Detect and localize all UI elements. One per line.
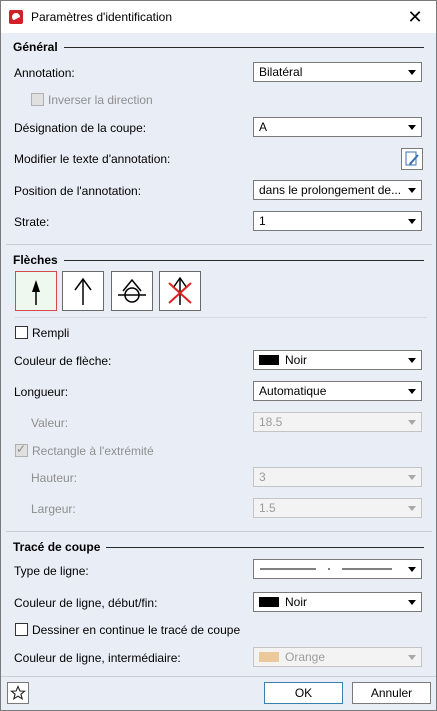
- filled-label: Rempli: [32, 326, 70, 340]
- width-select[interactable]: 1.5: [253, 498, 422, 518]
- arrow-style-filled-button[interactable]: [15, 271, 57, 311]
- arrows-divider: [14, 260, 424, 261]
- height-label: Hauteur:: [31, 471, 78, 485]
- annotation-select[interactable]: Bilatéral: [253, 62, 422, 82]
- chevron-down-icon: [408, 125, 416, 130]
- arrow-none-icon: [168, 276, 192, 305]
- cut-line-heading: Tracé de coupe: [13, 540, 107, 554]
- chevron-down-icon: [408, 475, 416, 480]
- width-value: 1.5: [259, 501, 276, 515]
- position-select[interactable]: dans le prolongement de...: [253, 180, 422, 200]
- chevron-down-icon: [408, 70, 416, 75]
- arrow-style-none-button[interactable]: [159, 271, 201, 311]
- general-divider: [14, 47, 424, 48]
- length-value: Automatique: [259, 384, 327, 398]
- line-color-ends-label: Couleur de ligne, début/fin:: [14, 596, 158, 610]
- designation-value: A: [259, 120, 268, 134]
- invert-direction-label: Inverser la direction: [48, 93, 153, 107]
- arrow-color-label: Couleur de flèche:: [14, 354, 112, 368]
- edit-text-button[interactable]: [401, 148, 423, 170]
- line-color-mid-value: Orange: [285, 650, 326, 664]
- arrow-color-value: Noir: [285, 353, 308, 367]
- height-value: 3: [259, 470, 266, 484]
- line-color-ends-select[interactable]: Noir: [253, 592, 422, 612]
- ok-button[interactable]: OK: [264, 682, 343, 704]
- annotation-value: Bilatéral: [259, 65, 303, 79]
- line-color-ends-swatch: [259, 596, 279, 607]
- chevron-down-icon: [408, 567, 416, 572]
- layer-select[interactable]: 1: [253, 211, 422, 231]
- arrow-color-select[interactable]: Noir: [253, 350, 422, 370]
- arrow-circle-icon: [118, 278, 146, 303]
- dash-dot-line-icon: [260, 568, 392, 570]
- layer-value: 1: [259, 214, 266, 228]
- value-value: 18.5: [259, 415, 283, 429]
- height-select[interactable]: 3: [253, 467, 422, 487]
- line-color-mid-select[interactable]: Orange: [253, 647, 422, 667]
- line-color-ends-value: Noir: [285, 595, 308, 609]
- designation-label: Désignation de la coupe:: [14, 121, 147, 135]
- length-select[interactable]: Automatique: [253, 381, 422, 401]
- modify-text-label: Modifier le texte d'annotation:: [14, 152, 171, 166]
- arrow-style-separator: [15, 317, 427, 318]
- value-select[interactable]: 18.5: [253, 412, 422, 432]
- section-separator: [6, 244, 432, 245]
- line-color-mid-label: Couleur de ligne, intermédiaire:: [14, 651, 181, 665]
- continuous-line-checkbox[interactable]: [15, 623, 28, 636]
- arrows-heading: Flèches: [13, 253, 64, 267]
- cancel-button[interactable]: Annuler: [352, 682, 431, 704]
- position-label: Position de l'annotation:: [14, 184, 142, 198]
- arrow-filled-icon: [32, 280, 40, 305]
- end-rectangle-checkbox[interactable]: ✓: [15, 442, 28, 457]
- chevron-down-icon: [408, 420, 416, 425]
- annotation-label: Annotation:: [14, 66, 75, 80]
- general-heading: Général: [13, 40, 64, 54]
- star-icon: [9, 685, 27, 701]
- chevron-down-icon: [408, 600, 416, 605]
- arrow-color-swatch: [259, 354, 279, 365]
- line-type-label: Type de ligne:: [14, 564, 89, 578]
- chevron-down-icon: [408, 188, 416, 193]
- chevron-down-icon: [408, 358, 416, 363]
- filled-checkbox[interactable]: [15, 326, 28, 339]
- dialog-window: Paramètres d'identification ✕ Général An…: [0, 0, 437, 711]
- chevron-down-icon: [408, 506, 416, 511]
- title-bar: Paramètres d'identification ✕: [1, 1, 436, 33]
- line-color-mid-swatch: [259, 651, 279, 662]
- width-label: Largeur:: [31, 502, 76, 516]
- end-rectangle-label: Rectangle à l'extrémité: [32, 444, 154, 458]
- length-label: Longueur:: [14, 385, 69, 399]
- position-value: dans le prolongement de...: [259, 183, 402, 197]
- favorites-button[interactable]: [7, 682, 29, 704]
- line-type-select[interactable]: [253, 559, 422, 579]
- chevron-down-icon: [408, 655, 416, 660]
- continuous-line-label: Dessiner en continue le tracé de coupe: [32, 623, 241, 637]
- edit-document-icon: [405, 151, 419, 166]
- designation-select[interactable]: A: [253, 117, 422, 137]
- app-logo-icon: [9, 10, 23, 24]
- value-label: Valeur:: [31, 416, 69, 430]
- close-button[interactable]: ✕: [402, 5, 428, 29]
- section-separator: [6, 531, 432, 532]
- check-icon: ✓: [16, 442, 27, 456]
- arrow-style-circle-button[interactable]: [111, 271, 153, 311]
- dialog-title: Paramètres d'identification: [31, 10, 173, 24]
- chevron-down-icon: [408, 219, 416, 224]
- arrow-style-open-button[interactable]: [62, 271, 104, 311]
- invert-direction-checkbox[interactable]: [31, 93, 44, 106]
- chevron-down-icon: [408, 389, 416, 394]
- footer-separator: [1, 676, 436, 677]
- arrow-open-icon: [74, 277, 92, 305]
- layer-label: Strate:: [14, 215, 50, 229]
